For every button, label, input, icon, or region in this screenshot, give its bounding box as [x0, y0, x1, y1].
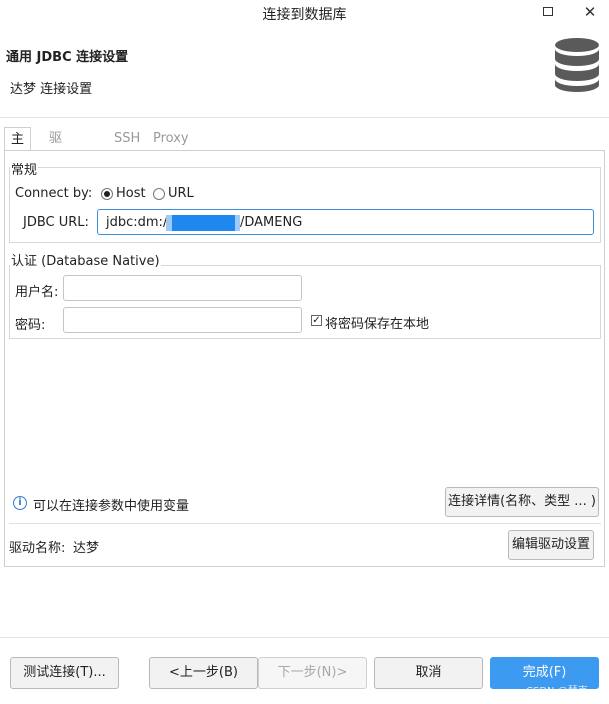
header-title: 通用 JDBC 连接设置 [6, 50, 129, 65]
auth-group-label: 认证 (Database Native) [10, 250, 161, 269]
back-button[interactable]: <上一步(B) [149, 657, 258, 689]
username-field[interactable] [63, 275, 302, 301]
jdbc-url-suffix: /DAMENG [240, 215, 303, 230]
test-connection-button[interactable]: 测试连接(T)... [10, 657, 119, 689]
maximize-button[interactable] [537, 2, 559, 22]
host-radio[interactable] [101, 188, 113, 200]
jdbc-url-label: JDBC URL: [23, 215, 89, 230]
url-radio-label[interactable]: URL [168, 186, 194, 201]
main-panel: 常规 Connect by: Host URL JDBC URL: jdbc:d… [4, 150, 605, 567]
jdbc-url-field[interactable]: jdbc:dm:// /DAMENG [97, 209, 594, 235]
driver-name-value: 达梦 [73, 541, 100, 556]
username-input[interactable] [64, 276, 301, 300]
url-radio[interactable] [153, 188, 165, 200]
variables-hint: 可以在连接参数中使用变量 [33, 499, 190, 514]
header-subtitle: 达梦 连接设置 [10, 82, 93, 97]
database-icon [555, 38, 599, 92]
close-button[interactable]: ✕ [579, 2, 601, 22]
dialog-header: 通用 JDBC 连接设置 达梦 连接设置 [0, 26, 609, 118]
tab-ssh[interactable]: SSH [108, 127, 146, 151]
save-password-label[interactable]: 将密码保存在本地 [325, 313, 429, 332]
general-group-label: 常规 [10, 159, 39, 178]
watermark: CSDN @慧克 [526, 686, 588, 697]
password-label: 密码: [15, 318, 46, 333]
username-label: 用户名: [15, 285, 59, 300]
tab-proxy[interactable]: Proxy [147, 127, 195, 151]
tab-main[interactable]: 主要 [4, 127, 32, 171]
window-titlebar: 连接到数据库 ✕ [0, 0, 609, 26]
edit-driver-button[interactable]: 编辑驱动设置 [508, 530, 594, 560]
divider [9, 523, 601, 524]
tab-driver-properties[interactable]: 驱动属性 [43, 127, 68, 218]
password-field[interactable] [63, 307, 302, 333]
host-radio-label[interactable]: Host [116, 186, 146, 201]
driver-name-label: 驱动名称: [9, 541, 66, 556]
next-button[interactable]: 下一步(N)> [258, 657, 367, 689]
connect-by-label: Connect by: [15, 186, 93, 201]
save-password-checkbox[interactable]: ✓ [311, 315, 322, 326]
maximize-icon [543, 7, 553, 16]
info-icon: i [13, 496, 27, 510]
password-input[interactable] [64, 308, 301, 332]
window-title: 连接到数据库 [262, 7, 347, 23]
footer-divider [0, 637, 609, 638]
connection-details-button[interactable]: 连接详情(名称、类型 ... ) [445, 487, 599, 517]
redacted-host [172, 215, 235, 231]
jdbc-url-prefix: jdbc:dm:// [106, 215, 172, 230]
cancel-button[interactable]: 取消 [374, 657, 483, 689]
